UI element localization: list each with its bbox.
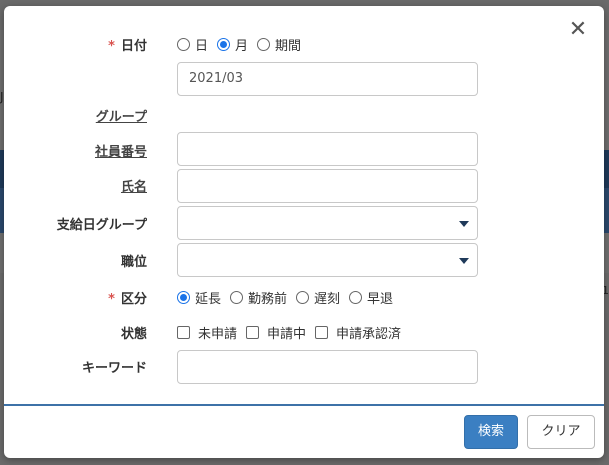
- chevron-down-icon: [459, 258, 469, 264]
- close-icon[interactable]: ✕: [568, 19, 588, 41]
- date-input[interactable]: 2021/03: [177, 62, 478, 96]
- pay-group-label: 支給日グループ: [56, 218, 147, 233]
- date-mode-radios: 日 月 期間: [177, 35, 310, 54]
- search-dialog: ✕ * 日付 日 月 期間 2021/03 グループ 社員番号 氏名 支給日グルー…: [4, 6, 604, 458]
- group-link[interactable]: グループ: [96, 106, 147, 125]
- radio-day[interactable]: 日: [177, 35, 208, 54]
- checkbox-approved[interactable]: 申請承認済: [315, 323, 401, 342]
- required-mark: *: [108, 292, 115, 307]
- keyword-label: キーワード: [81, 361, 147, 376]
- name-input[interactable]: [177, 169, 478, 203]
- footer-divider: [4, 404, 604, 406]
- search-button[interactable]: 検索: [464, 415, 518, 449]
- status-label: 状態: [120, 327, 147, 342]
- position-select[interactable]: [177, 243, 478, 277]
- required-mark: *: [108, 39, 115, 54]
- position-label: 職位: [120, 255, 147, 270]
- pay-group-select[interactable]: [177, 206, 478, 240]
- category-radios: 延長 勤務前 遅刻 早退: [177, 288, 402, 307]
- chevron-down-icon: [459, 221, 469, 227]
- category-label: * 区分: [108, 292, 147, 307]
- employee-number-input[interactable]: [177, 132, 478, 166]
- employee-number-link[interactable]: 社員番号: [95, 141, 147, 160]
- name-link[interactable]: 氏名: [121, 176, 147, 195]
- checkbox-not-applied[interactable]: 未申請: [177, 323, 237, 342]
- radio-early-leave[interactable]: 早退: [349, 288, 393, 307]
- checkbox-applying[interactable]: 申請中: [246, 323, 306, 342]
- radio-month[interactable]: 月: [217, 35, 248, 54]
- background-text: J: [0, 90, 4, 104]
- radio-late[interactable]: 遅刻: [296, 288, 340, 307]
- keyword-input[interactable]: [177, 350, 478, 384]
- date-label: * 日付: [108, 39, 147, 54]
- clear-button[interactable]: クリア: [527, 415, 595, 449]
- radio-extension[interactable]: 延長: [177, 288, 221, 307]
- radio-period[interactable]: 期間: [257, 35, 301, 54]
- radio-before-work[interactable]: 勤務前: [230, 288, 287, 307]
- status-checkboxes: 未申請 申請中 申請承認済: [177, 323, 410, 342]
